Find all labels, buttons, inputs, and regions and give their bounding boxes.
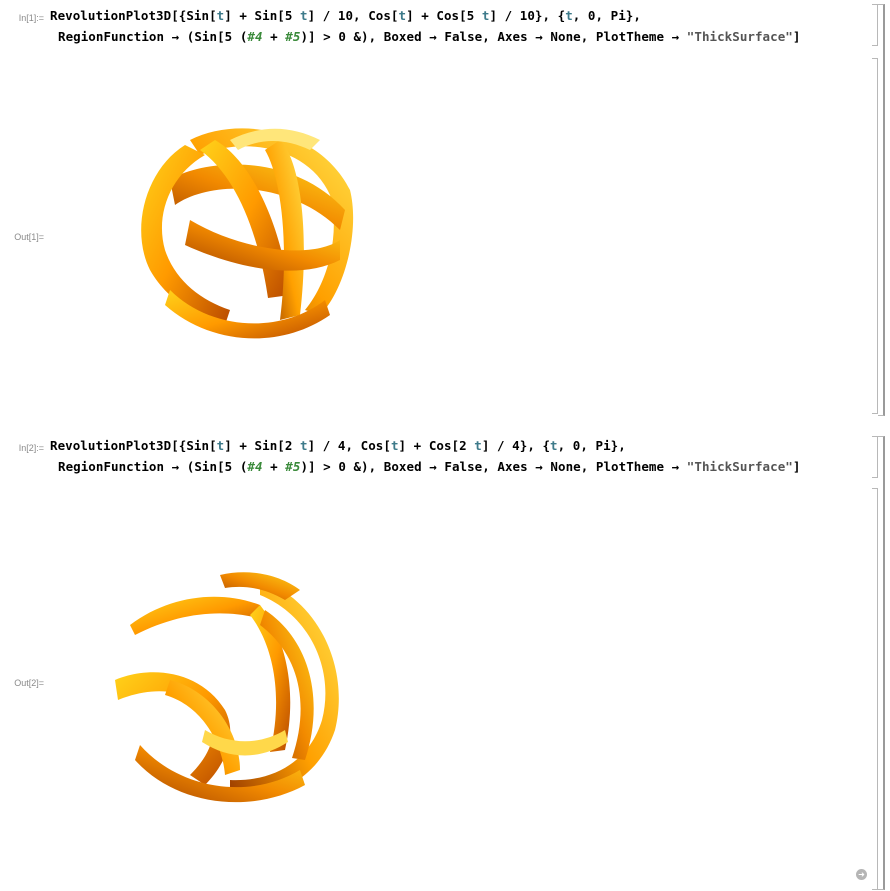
cell-group-bracket[interactable]	[878, 4, 885, 416]
input-code-line-1[interactable]: RevolutionPlot3D[{Sin[t] + Sin[5 t] / 10…	[50, 8, 641, 23]
input-code-line-1[interactable]: RevolutionPlot3D[{Sin[t] + Sin[2 t] / 4,…	[50, 438, 626, 453]
code-token: t	[565, 8, 573, 23]
code-token: t	[398, 8, 407, 23]
notebook-cell-1: In[1]:= RevolutionPlot3D[{Sin[t] + Sin[5…	[0, 0, 890, 420]
code-token: ]	[792, 459, 801, 474]
output-label: Out[1]=	[14, 232, 44, 242]
code-token: +	[262, 459, 286, 474]
code-token: #5	[285, 29, 301, 44]
code-token: #4	[247, 29, 263, 44]
code-token: "ThickSurface"	[686, 29, 793, 44]
code-token: t	[474, 438, 482, 453]
revolution-plot-1[interactable]	[130, 120, 370, 350]
circle-arrow-icon[interactable]: ➜	[856, 869, 867, 880]
code-token: #5	[285, 459, 301, 474]
code-token: ] / 10}, {	[489, 8, 566, 23]
code-token: ] + Sin[5	[224, 8, 301, 23]
code-token: RegionFunction → (Sin[5 (	[58, 29, 248, 44]
revolution-plot-2[interactable]	[110, 570, 360, 805]
input-label: In[1]:=	[18, 13, 44, 23]
code-token: +	[262, 29, 286, 44]
code-token: t	[300, 8, 308, 23]
code-token: , 0, Pi},	[572, 8, 641, 23]
cell-group-bracket[interactable]	[878, 436, 885, 890]
code-token: RevolutionPlot3D[{Sin[	[50, 438, 217, 453]
code-token: t	[390, 438, 399, 453]
code-token: #4	[247, 459, 263, 474]
code-token: RevolutionPlot3D[{Sin[	[50, 8, 217, 23]
code-token: RegionFunction → (Sin[5 (	[58, 459, 248, 474]
code-token: ] / 4}, {	[481, 438, 551, 453]
code-token: t	[550, 438, 558, 453]
code-token: ] / 10, Cos[	[307, 8, 399, 23]
input-label: In[2]:=	[18, 443, 44, 453]
surface-ribbon	[220, 572, 300, 600]
code-token: ]	[792, 29, 801, 44]
code-token: ] / 4, Cos[	[307, 438, 391, 453]
output-label: Out[2]=	[14, 678, 44, 688]
code-token: , 0, Pi},	[557, 438, 626, 453]
code-token: ] + Sin[2	[224, 438, 301, 453]
input-code-line-2[interactable]: RegionFunction → (Sin[5 (#4 + #5)] > 0 &…	[58, 29, 800, 44]
surface-ribbon	[130, 596, 265, 635]
code-token: )] > 0 &), Boxed → False, Axes → None, P…	[300, 459, 687, 474]
input-code-line-2[interactable]: RegionFunction → (Sin[5 (#4 + #5)] > 0 &…	[58, 459, 800, 474]
code-token: )] > 0 &), Boxed → False, Axes → None, P…	[300, 29, 687, 44]
code-token: ] + Cos[5	[406, 8, 482, 23]
notebook-cell-2: In[2]:= RevolutionPlot3D[{Sin[t] + Sin[2…	[0, 430, 890, 891]
code-token: "ThickSurface"	[686, 459, 793, 474]
code-token: t	[300, 438, 308, 453]
code-token: ] + Cos[2	[398, 438, 475, 453]
